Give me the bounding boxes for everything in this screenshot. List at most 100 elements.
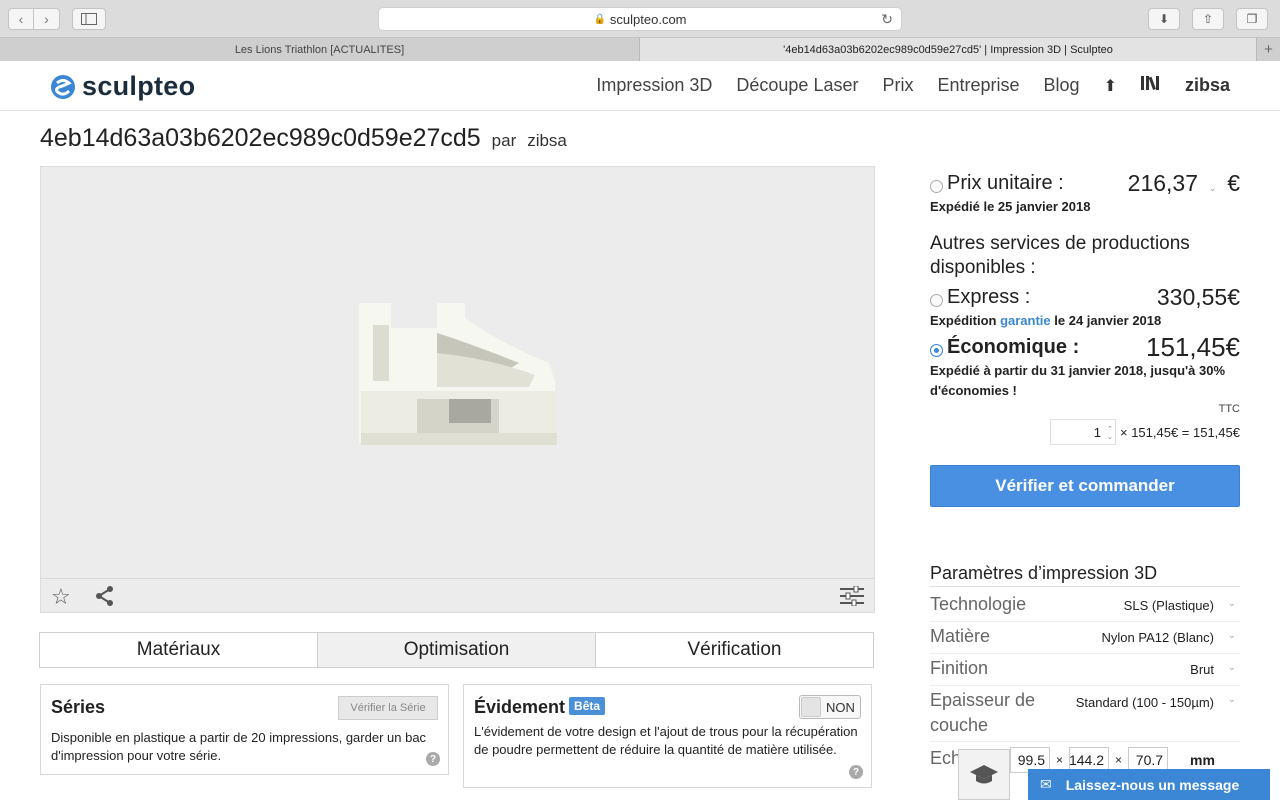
param-matiere[interactable]: Matière Nylon PA12 (Blanc) ⌄ <box>930 622 1240 654</box>
unit-select[interactable]: mm <box>1190 752 1215 768</box>
unit-price-option[interactable]: Prix unitaire : 216,37 ⌄ € <box>930 170 1240 197</box>
back-button[interactable]: ‹ <box>8 8 34 30</box>
tab-les-lions[interactable]: Les Lions Triathlon [ACTUALITES] <box>0 38 640 61</box>
verify-series-button[interactable]: Vérifier la Série <box>338 696 438 720</box>
hollowing-title: Évidement <box>474 697 566 717</box>
economy-price: 151,45€ <box>1146 332 1240 362</box>
model-preview[interactable] <box>359 303 559 448</box>
express-option[interactable]: Express : 330,55€ <box>930 284 1240 311</box>
downloads-button[interactable]: ⬇ <box>1148 8 1180 30</box>
unit-ship-date: Expédié le 25 janvier 2018 <box>930 199 1091 214</box>
workflow-tabs: Matériaux Optimisation Vérification <box>39 632 874 668</box>
new-tab-button[interactable]: + <box>1257 38 1280 61</box>
toggle-label: NON <box>826 699 855 715</box>
user-menu[interactable]: zibsa <box>1185 75 1230 96</box>
reload-icon[interactable]: ↻ <box>881 11 893 28</box>
param-label: Technologie <box>930 594 1027 614</box>
economy-ship-info: Expédié à partir du 31 janvier 2018, jus… <box>930 363 1226 398</box>
address-bar[interactable]: 🔒 sculpteo.com ↻ <box>378 7 902 31</box>
nav-blog[interactable]: Blog <box>1044 75 1080 96</box>
tabs-icon: ❐ <box>1246 12 1258 26</box>
economy-radio[interactable] <box>930 344 943 357</box>
beta-badge: Bêta <box>569 697 606 715</box>
nav-prix[interactable]: Prix <box>882 75 913 96</box>
unit-price-value: 216,37 ⌄ € <box>1128 170 1240 197</box>
model-viewer[interactable]: ☆ <box>40 166 875 613</box>
quantity-stepper[interactable]: 1 <box>1049 419 1116 445</box>
tab-optimisation[interactable]: Optimisation <box>318 633 596 667</box>
site-header: sculpteo Impression 3D Découpe Laser Pri… <box>0 61 1280 111</box>
share-icon[interactable] <box>95 585 115 607</box>
express-ship-info: Expédition garantie le 24 janvier 2018 <box>930 311 1161 331</box>
param-epaisseur[interactable]: Epaisseur de couche Standard (100 - 150µ… <box>930 686 1240 742</box>
sculpteo-logo[interactable]: sculpteo <box>50 71 195 102</box>
tabs-overview-button[interactable]: ❐ <box>1236 8 1268 30</box>
express-ship-prefix: Expédition <box>930 313 997 328</box>
sliders-icon[interactable] <box>840 586 864 606</box>
chevron-down-icon: ⌄ <box>1227 662 1236 673</box>
history-buttons: ‹ › <box>8 8 60 30</box>
download-icon: ⬇ <box>1158 12 1170 26</box>
sidebar-icon <box>81 13 97 25</box>
guarantee-link[interactable]: garantie <box>1000 313 1051 328</box>
sidebar-toggle-button[interactable] <box>72 8 106 30</box>
lock-icon: 🔒 <box>593 13 606 25</box>
graduation-cap-icon <box>970 764 998 783</box>
toggle-knob <box>801 697 821 717</box>
viewer-toolbar: ☆ <box>41 578 874 612</box>
star-icon[interactable]: ☆ <box>51 584 71 610</box>
chat-widget[interactable]: ✉ Laissez-nous un message <box>1028 769 1270 800</box>
hollowing-card: Évidement Bêta NON L'évidement de votre d… <box>463 684 872 788</box>
param-label: Epaisseur de couche <box>930 690 1036 735</box>
quantity-total: × 151,45€ = 151,45€ <box>1119 424 1240 440</box>
forward-button[interactable]: › <box>34 8 60 30</box>
author-name[interactable]: zibsa <box>527 131 567 150</box>
help-icon[interactable]: ? <box>849 765 863 779</box>
tab-verification[interactable]: Vérification <box>596 633 873 667</box>
by-label: par <box>491 131 517 150</box>
model-name: 4eb14d63a03b6202ec989c0d59e27cd5 <box>40 124 481 152</box>
envelope-icon: ✉ <box>1040 776 1052 792</box>
tab-label: Les Lions Triathlon [ACTUALITES] <box>234 43 405 56</box>
times-sign: × <box>1115 753 1123 767</box>
nav-impression-3d[interactable]: Impression 3D <box>596 75 712 96</box>
hollowing-description: L'évidement de votre design et l'ajout d… <box>474 724 858 757</box>
economy-label: Économique : <box>947 336 1080 358</box>
upload-icon[interactable]: ⬆ <box>1104 76 1117 96</box>
times-sign: × <box>1056 753 1064 767</box>
chevron-right-icon: › <box>44 11 49 27</box>
chevron-down-icon[interactable]: ⌄ <box>1208 183 1216 194</box>
param-label: Matière <box>930 626 991 646</box>
learning-button[interactable] <box>958 749 1010 800</box>
express-price: 330,55€ <box>1156 284 1240 310</box>
express-radio[interactable] <box>930 294 943 307</box>
chevron-down-icon: ⌄ <box>1227 630 1236 641</box>
hollowing-toggle[interactable]: NON <box>799 695 861 719</box>
hollowing-title-wrap: Évidement Bêta <box>474 697 606 718</box>
param-label: Finition <box>930 658 989 678</box>
nav-decoupe-laser[interactable]: Découpe Laser <box>736 75 858 96</box>
unit-price-radio[interactable] <box>930 180 943 193</box>
browser-toolbar: ‹ › 🔒 sculpteo.com ↻ ⬇ ⇧ ❐ <box>0 0 1280 38</box>
tab-materiaux[interactable]: Matériaux <box>40 633 318 667</box>
quantity-row: 1 × 151,45€ = 151,45€ <box>1049 419 1240 445</box>
share-button[interactable]: ⇧ <box>1192 8 1224 30</box>
series-card: Séries Vérifier la Série Disponible en p… <box>40 684 449 775</box>
print-params-title: Paramètres d’impression 3D <box>930 563 1240 587</box>
nav-entreprise[interactable]: Entreprise <box>937 75 1019 96</box>
currency-symbol: € <box>1227 170 1240 196</box>
tab-label: '4eb14d63a03b6202ec989c0d59e27cd5' | Imp… <box>783 43 1113 56</box>
param-technologie[interactable]: Technologie SLS (Plastique) ⌄ <box>930 590 1240 622</box>
param-value: Brut <box>1190 662 1214 677</box>
library-icon[interactable] <box>1140 75 1161 96</box>
unit-price-label: Prix unitaire : <box>947 172 1064 194</box>
param-finition[interactable]: Finition Brut ⌄ <box>930 654 1240 686</box>
verify-and-order-button[interactable]: Vérifier et commander <box>930 465 1240 507</box>
help-icon[interactable]: ? <box>426 752 440 766</box>
express-ship-date: le 24 janvier 2018 <box>1054 313 1162 328</box>
chevron-left-icon: ‹ <box>18 11 24 27</box>
tab-bar: Les Lions Triathlon [ACTUALITES] '4eb14d… <box>0 38 1280 61</box>
unit-price-amount: 216,37 <box>1127 170 1199 196</box>
economy-option[interactable]: Économique : 151,45€ <box>930 332 1240 363</box>
tab-sculpteo[interactable]: '4eb14d63a03b6202ec989c0d59e27cd5' | Imp… <box>640 38 1257 61</box>
